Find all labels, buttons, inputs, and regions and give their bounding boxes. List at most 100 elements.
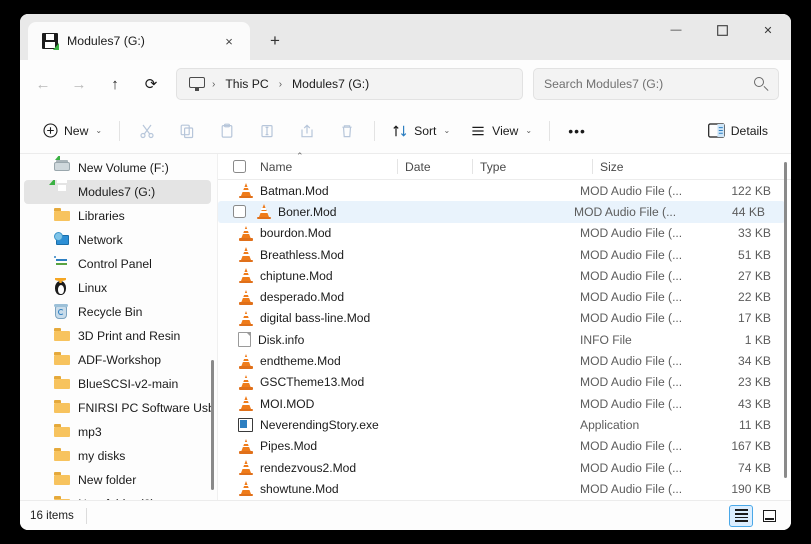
file-name-cell[interactable]: GSCTheme13.Mod <box>226 374 505 390</box>
table-row[interactable]: GSCTheme13.Mod MOD Audio File (... 23 KB <box>218 372 791 393</box>
sidebar-item-network[interactable]: Network <box>24 228 211 252</box>
sort-button[interactable]: Sort ⌄ <box>383 115 459 147</box>
row-checkbox[interactable] <box>226 205 252 219</box>
table-row[interactable]: MOI.MOD MOD Audio File (... 43 KB <box>218 393 791 414</box>
table-row[interactable]: rendezvous2.Mod MOD Audio File (... 74 KB <box>218 457 791 478</box>
sidebar-item-bluescsi-v2-main[interactable]: BlueSCSI-v2-main <box>24 372 211 396</box>
file-name-cell[interactable]: rendezvous2.Mod <box>226 460 505 475</box>
maximize-button[interactable] <box>699 14 745 46</box>
close-tab-icon[interactable]: × <box>216 28 242 54</box>
table-row[interactable]: endtheme.Mod MOD Audio File (... 34 KB <box>218 350 791 371</box>
column-header-date[interactable]: Date <box>397 154 472 179</box>
sidebar-item-new-folder-2[interactable]: New folder (2) <box>24 492 211 500</box>
file-size-cell: 27 KB <box>738 268 771 283</box>
sidebar-item-libraries[interactable]: Libraries <box>24 204 211 228</box>
cut-button[interactable] <box>128 115 166 147</box>
paste-button[interactable] <box>208 115 246 147</box>
search-box[interactable] <box>533 68 779 100</box>
breadcrumb-this-pc[interactable]: This PC <box>219 74 274 94</box>
table-row[interactable]: Batman.Mod MOD Audio File (... 122 KB <box>218 180 791 201</box>
table-row[interactable]: Breathless.Mod MOD Audio File (... 51 KB <box>218 244 791 265</box>
search-input[interactable] <box>544 77 754 91</box>
tab-modules7[interactable]: Modules7 (G:) × <box>28 22 250 60</box>
rename-icon <box>261 124 273 137</box>
large-icons-view-button[interactable] <box>757 505 781 527</box>
back-icon[interactable]: ← <box>26 68 60 100</box>
breadcrumb[interactable]: › This PC › Modules7 (G:) <box>176 68 523 100</box>
sidebar-item-label: 3D Print and Resin <box>78 329 181 343</box>
file-type-cell: MOD Audio File (... <box>580 290 683 305</box>
file-type-cell: MOD Audio File (... <box>574 204 677 219</box>
file-list-scrollbar[interactable] <box>783 162 787 478</box>
sidebar-item-3d-print-and-resin[interactable]: 3D Print and Resin <box>24 324 211 348</box>
view-toggle-group <box>729 504 781 527</box>
delete-button[interactable] <box>328 115 366 147</box>
column-header-type[interactable]: Type <box>472 154 592 179</box>
table-row[interactable]: chiptune.Mod MOD Audio File (... 27 KB <box>218 265 791 286</box>
file-name-cell[interactable]: endtheme.Mod <box>226 353 505 369</box>
file-size-cell: 11 KB <box>738 417 771 432</box>
file-name-cell[interactable]: Batman.Mod <box>226 183 505 199</box>
recycle-bin-icon <box>54 304 70 320</box>
details-view-button[interactable] <box>729 504 753 527</box>
table-row[interactable]: bourdon.Mod MOD Audio File (... 33 KB <box>218 223 791 244</box>
status-bar: 16 items <box>20 500 791 530</box>
up-icon[interactable]: ↑ <box>98 68 132 100</box>
view-button[interactable]: View ⌄ <box>461 115 541 147</box>
table-row[interactable]: digital bass-line.Mod MOD Audio File (...… <box>218 308 791 329</box>
file-name-cell[interactable]: MOI.MOD <box>226 396 505 412</box>
view-button-label: View <box>492 123 519 138</box>
file-name-cell[interactable]: Disk.info <box>226 332 505 348</box>
file-name-cell[interactable]: Boner.Mod <box>252 204 499 220</box>
breadcrumb-modules7[interactable]: Modules7 (G:) <box>286 74 375 94</box>
table-row[interactable]: showtune.Mod MOD Audio File (... 190 KB <box>218 478 791 499</box>
plus-circle-icon <box>43 123 58 138</box>
table-row[interactable]: NeverendingStory.exe Application 11 KB <box>218 414 791 435</box>
table-row[interactable]: Boner.Mod MOD Audio File (... 44 KB <box>218 201 785 223</box>
new-tab-button[interactable]: + <box>260 26 290 56</box>
close-window-button[interactable]: ✕ <box>745 14 791 46</box>
sidebar-scrollbar[interactable] <box>211 360 214 490</box>
file-name-cell[interactable]: NeverendingStory.exe <box>226 417 505 432</box>
sidebar-item-my-disks[interactable]: my disks <box>24 444 211 468</box>
select-all-checkbox[interactable] <box>226 160 252 173</box>
copy-button[interactable] <box>168 115 206 147</box>
file-name-cell[interactable]: showtune.Mod <box>226 481 505 497</box>
table-row[interactable]: Disk.info INFO File 1 KB <box>218 329 791 350</box>
table-row[interactable]: Pipes.Mod MOD Audio File (... 167 KB <box>218 436 791 457</box>
sidebar-item-linux[interactable]: Linux <box>24 276 211 300</box>
folder-icon <box>54 448 70 464</box>
file-name-cell[interactable]: digital bass-line.Mod <box>226 310 505 326</box>
file-type-cell: MOD Audio File (... <box>580 183 683 198</box>
file-name-cell[interactable]: chiptune.Mod <box>226 268 505 284</box>
sidebar-item-new-volume-f[interactable]: New Volume (F:) <box>24 156 211 180</box>
column-header-size[interactable]: Size <box>592 154 667 179</box>
details-pane-button[interactable]: Details <box>699 115 777 147</box>
refresh-icon[interactable]: ⟳ <box>134 68 168 100</box>
file-name-cell[interactable]: Breathless.Mod <box>226 247 505 263</box>
file-name-cell[interactable]: desperado.Mod <box>226 289 505 305</box>
file-name-cell[interactable]: bourdon.Mod <box>226 225 505 241</box>
minimize-button[interactable]: — <box>653 14 699 46</box>
forward-icon[interactable]: → <box>62 68 96 100</box>
more-options-button[interactable]: ••• <box>558 115 596 147</box>
blank-document-icon <box>238 332 251 348</box>
sidebar-item-new-folder[interactable]: New folder <box>24 468 211 492</box>
file-size-cell: 122 KB <box>731 183 771 198</box>
file-name-cell[interactable]: Pipes.Mod <box>226 438 505 454</box>
search-icon[interactable] <box>754 77 769 91</box>
sidebar-item-fnirsi-pc-software-usbn[interactable]: FNIRSI PC Software UsbN <box>24 396 211 420</box>
share-button[interactable] <box>288 115 326 147</box>
sidebar-item-recycle-bin[interactable]: Recycle Bin <box>24 300 211 324</box>
item-count-label: 16 items <box>30 509 74 522</box>
sidebar-item-mp3[interactable]: mp3 <box>24 420 211 444</box>
sidebar-item-modules7-g[interactable]: Modules7 (G:) <box>24 180 211 204</box>
file-size-cell: 44 KB <box>732 204 765 219</box>
column-header-name[interactable]: Name <box>252 154 397 179</box>
sidebar-item-adf-workshop[interactable]: ADF-Workshop <box>24 348 211 372</box>
table-row[interactable]: desperado.Mod MOD Audio File (... 22 KB <box>218 286 791 307</box>
new-button[interactable]: New ⌄ <box>34 115 111 147</box>
rename-button[interactable] <box>248 115 286 147</box>
this-pc-icon[interactable] <box>189 77 205 91</box>
sidebar-item-control-panel[interactable]: Control Panel <box>24 252 211 276</box>
